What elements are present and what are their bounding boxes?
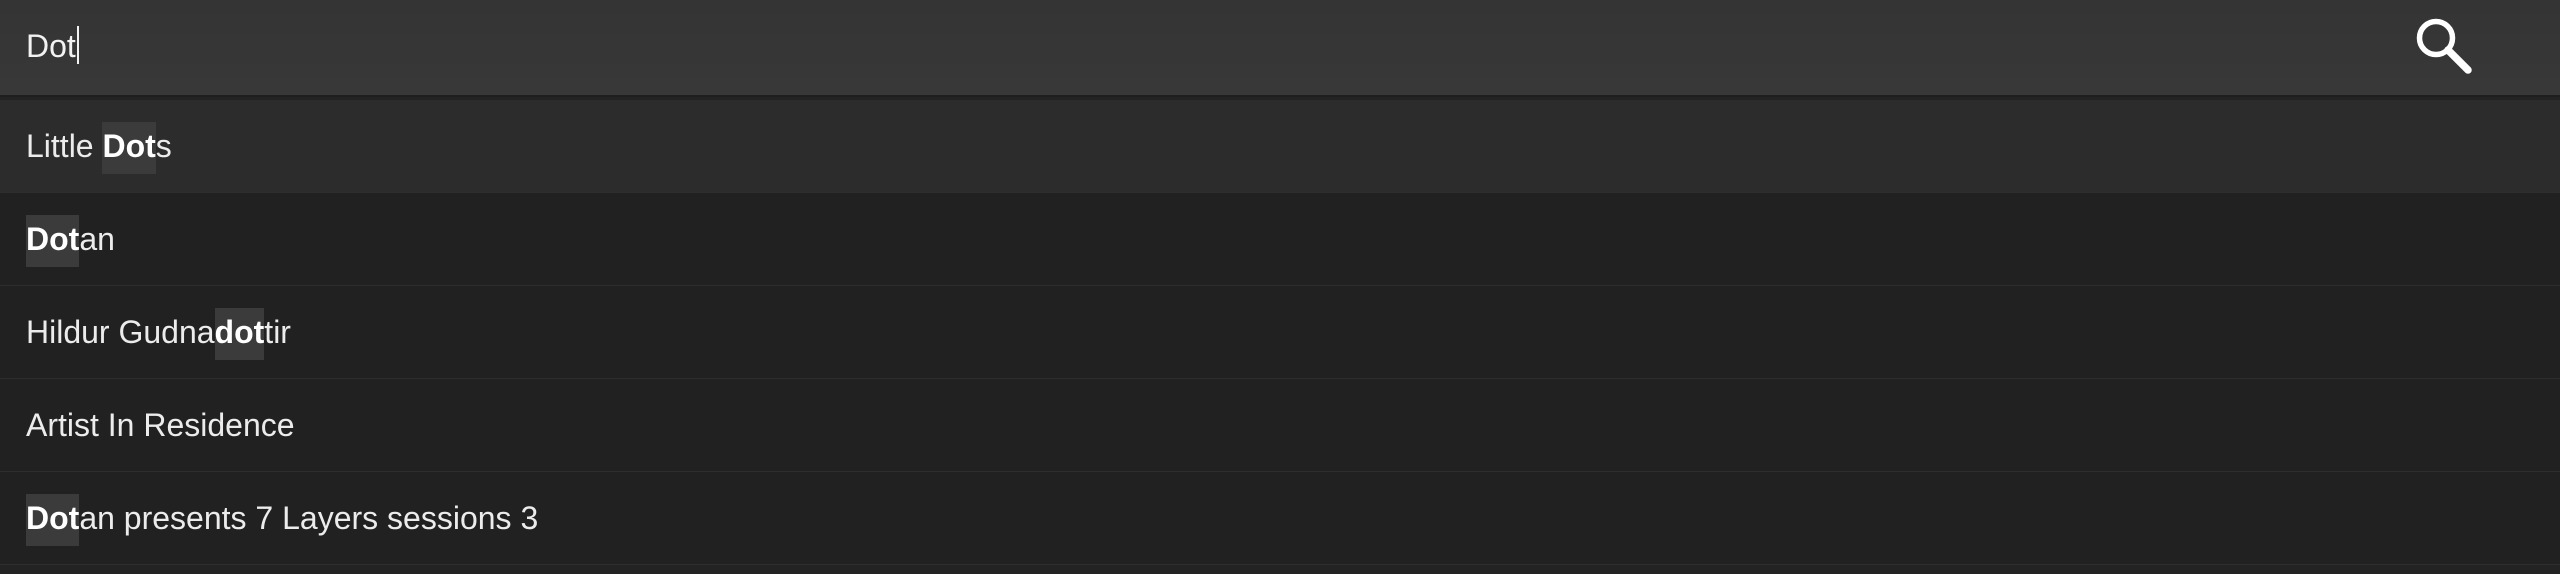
suggestion-text-post: an bbox=[79, 221, 115, 257]
suggestion-item[interactable]: Dotan presents 7 Layers sessions 3 bbox=[0, 472, 2560, 565]
suggestion-text-pre: Hildur Gudna bbox=[26, 314, 215, 350]
search-query-text: Dot bbox=[26, 28, 76, 64]
search-icon bbox=[2413, 15, 2475, 82]
search-input[interactable]: Dot bbox=[26, 24, 79, 68]
suggestion-list: Little Dots Dotan Hildur Gudnadottir Art… bbox=[0, 100, 2560, 565]
suggestion-text-pre: Artist In Residence bbox=[26, 407, 295, 443]
suggestion-match-highlight: Dot bbox=[26, 215, 80, 267]
suggestion-item[interactable]: Hildur Gudnadottir bbox=[0, 286, 2560, 379]
suggestion-item[interactable]: Dotan bbox=[0, 193, 2560, 286]
text-caret bbox=[76, 26, 79, 64]
suggestion-match-highlight: Dot bbox=[26, 494, 80, 546]
search-button[interactable] bbox=[2404, 10, 2484, 86]
suggestion-text-pre: Little bbox=[26, 128, 103, 164]
suggestion-match-highlight: dot bbox=[214, 308, 265, 360]
suggestion-text-post: tir bbox=[264, 314, 291, 350]
suggestion-item[interactable]: Little Dots bbox=[0, 100, 2560, 193]
search-bar: Dot bbox=[0, 0, 2560, 97]
suggestion-text-post: an presents 7 Layers sessions 3 bbox=[79, 500, 539, 536]
suggestion-text-post: s bbox=[155, 128, 172, 164]
suggestion-match-highlight: Dot bbox=[102, 122, 156, 174]
suggestion-item[interactable]: Artist In Residence bbox=[0, 379, 2560, 472]
